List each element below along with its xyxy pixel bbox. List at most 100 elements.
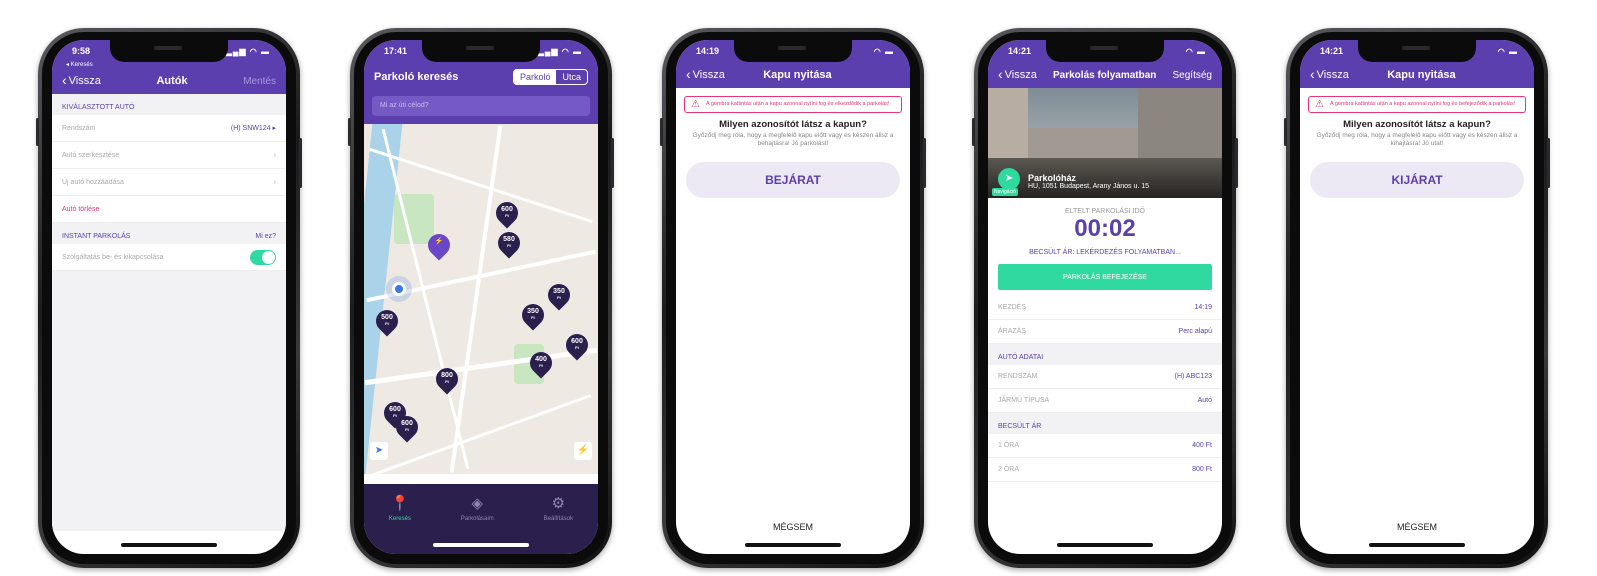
status-time: 14:21 [1008,46,1032,56]
parking-pin[interactable]: 600 Ft [391,411,423,443]
back-button[interactable]: ‹ Vissza [686,66,725,82]
signal-wifi-battery-icon: ◠ ▬ [873,46,894,56]
parking-pin[interactable]: 600 Ft [491,197,523,229]
bolt-filter-icon[interactable]: ⚡ [574,442,592,460]
parking-pin[interactable]: 500 Ft [371,305,403,337]
elapsed-label: ELTELT PARKOLÁSI IDŐ [1064,208,1145,215]
cancel-button[interactable]: MÉGSEM [676,522,910,532]
help-button[interactable]: Segítség [1173,70,1212,81]
locate-me-icon[interactable]: ➤ [370,442,388,460]
gate-question: Milyen azonosítót látsz a kapun? [719,119,867,130]
chevron-left-icon: ‹ [686,66,691,82]
edit-car-row[interactable]: Autó szerkesztése › [52,142,286,169]
screen-cars: 9:58 ▂▄▆ ◠ ▬ ◂ Keresés ‹ Vissza Autók Men… [52,40,286,554]
section-estimated-price: BECSÜLT ÁR [988,413,1222,434]
add-car-row[interactable]: Új autó hozzáadása › [52,169,286,196]
map-view[interactable]: 600 Ft 580 Ft ⚡ 350 Ft 500 Ft 350 Ft 600 Ft 40… [364,124,598,474]
pricing-row: ÁRAZÁS Perc alapú [988,320,1222,344]
section-car-data: AUTÓ ADATAI [988,344,1222,365]
page-title: Parkolás folyamatban [1053,69,1157,81]
plate-value: (H) SNW124 ▸ [230,125,276,132]
what-is-this-link[interactable]: Mi ez? [255,233,276,240]
phone-map: 17:41 ▂▄▆ ◠ ▬ Parkoló keresés Parkoló Ut… [348,28,614,568]
status-time: 14:21 [1320,46,1344,56]
parking-pin[interactable]: 600 Ft [561,329,593,361]
location-pin-icon: 📍 [390,495,410,512]
delete-car-row[interactable]: Autó törlése [52,196,286,223]
phone-cars: 9:58 ▂▄▆ ◠ ▬ ◂ Keresés ‹ Vissza Autók Men… [36,28,302,568]
save-button[interactable]: Mentés [243,76,276,87]
navigation-label[interactable]: Navigáció [992,188,1018,196]
service-toggle[interactable] [250,249,276,265]
cancel-button[interactable]: MÉGSEM [1300,522,1534,532]
warning-icon: ⚠ [1315,99,1324,110]
parking-pin[interactable]: 350 Ft [543,279,575,311]
gate-hint: Győződj meg róla, hogy a megfelelő kapu … [1316,132,1518,147]
screen-gate-entry: 14:19 ◠ ▬ ‹ Vissza Kapu nyitása ⚠ A gombr… [676,40,910,554]
entrance-button[interactable]: BEJÁRAT [686,162,900,198]
service-toggle-row: Szolgáltatás be- és kikapcsolása [52,244,286,271]
signal-wifi-battery-icon: ▂▄▆ ◠ ▬ [225,46,270,56]
parking-pin[interactable]: 400 Ft [525,347,557,379]
end-parking-button[interactable]: PARKOLÁS BEFEJEZÉSE [998,264,1212,290]
phone-gate-entry: 14:19 ◠ ▬ ‹ Vissza Kapu nyitása ⚠ A gombr… [660,28,926,568]
tab-search[interactable]: 📍 Keresés [389,494,411,554]
plate-row[interactable]: Rendszám (H) SNW124 ▸ [52,115,286,142]
chevron-right-icon: › [273,178,276,186]
section-selected-car: KIVÁLASZTOTT AUTÓ [52,94,286,115]
nav-bar: ‹ Vissza Kapu nyitása [676,62,910,88]
place-info: Parkolóház HU, 1051 Budapest, Arany Jáno… [1028,173,1150,190]
page-title: Autók [156,75,188,87]
back-button[interactable]: ‹ Vissza [998,66,1037,82]
gate-question: Milyen azonosítót látsz a kapun? [1343,119,1491,130]
status-time: 14:19 [696,46,720,56]
start-row: KEZDÉS 14:19 [988,296,1222,320]
parking-pin[interactable]: 580 Ft [493,227,525,259]
nav-bar: ‹ Vissza Kapu nyitása [1300,62,1534,88]
section-instant-parking: INSTANT PARKOLÁS Mi ez? [52,223,286,244]
estimated-price: BECSÜLT ÁR: LEKÉRDEZÉS FOLYAMATBAN... [1029,249,1181,256]
page-title: Kapu nyitása [763,69,832,81]
nav-bar: ‹ Vissza Autók Mentés [52,68,286,94]
tab-settings[interactable]: ⚙ Beállítások [544,494,573,554]
parking-photo: ➤ Navigáció Parkolóház HU, 1051 Budapest… [988,88,1222,198]
destination-search-input[interactable]: Mi az úti célod? [372,96,590,116]
segment-street[interactable]: Utca [556,70,587,84]
warning-icon: ⚠ [691,99,700,110]
price-2h-row: 2 ÓRA 800 Ft [988,458,1222,482]
chevron-right-icon: › [273,151,276,159]
phone-gate-exit: 14:21 ◠ ▬ ‹ Vissza Kapu nyitása ⚠ A gombr… [1284,28,1550,568]
screen-map: 17:41 ▂▄▆ ◠ ▬ Parkoló keresés Parkoló Ut… [364,40,598,554]
nav-bar: Parkoló keresés Parkoló Utca [364,62,598,92]
exit-button[interactable]: KIJÁRAT [1310,162,1524,198]
page-title: Parkoló keresés [374,71,459,83]
signal-wifi-battery-icon: ◠ ▬ [1185,46,1206,56]
chevron-left-icon: ‹ [998,66,1003,82]
navigation-icon[interactable]: ➤ [998,168,1020,190]
bolt-icon: ⚡ [434,238,444,245]
back-button[interactable]: ‹ Vissza [1310,66,1349,82]
screen-parking-progress: 14:21 ◠ ▬ ‹ Vissza Parkolás folyamatban S… [988,40,1222,554]
warning-banner: ⚠ A gombra kattintás után a kapu azonnal… [1308,96,1526,113]
screen-gate-exit: 14:21 ◠ ▬ ‹ Vissza Kapu nyitása ⚠ A gombr… [1300,40,1534,554]
parking-pin[interactable]: 800 Ft [431,363,463,395]
gate-hint: Győződj meg róla, hogy a megfelelő kapu … [692,132,894,147]
status-time: 9:58 [72,46,91,56]
parking-pin[interactable]: 350 Ft [517,299,549,331]
signal-wifi-battery-icon: ▂▄▆ ◠ ▬ [537,46,582,56]
status-time: 17:41 [384,46,408,56]
ticket-icon: ◈ [471,495,484,512]
segment-control: Parkoló Utca [512,69,588,85]
chevron-left-icon: ‹ [1310,66,1315,82]
warning-banner: ⚠ A gombra kattintás után a kapu azonnal… [684,96,902,113]
plate-row: RENDSZÁM (H) ABC123 [988,365,1222,389]
segment-parking[interactable]: Parkoló [513,70,557,84]
gear-icon: ⚙ [551,495,566,512]
parking-timer: 00:02 [1074,215,1136,242]
back-button[interactable]: ‹ Vissza [62,72,101,88]
page-title: Kapu nyitása [1387,69,1456,81]
vehicle-type-row: JÁRMŰ TÍPUSA Autó [988,389,1222,413]
charging-pin[interactable]: ⚡ [423,229,455,261]
chevron-left-icon: ‹ [62,72,67,88]
phone-parking-progress: 14:21 ◠ ▬ ‹ Vissza Parkolás folyamatban S… [972,28,1238,568]
